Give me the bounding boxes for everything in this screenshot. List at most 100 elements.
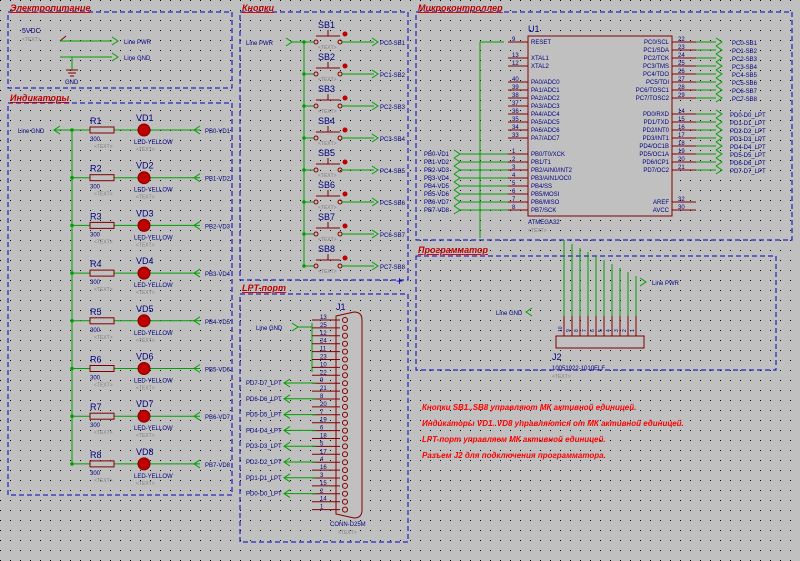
pin-number: 7 [582, 329, 588, 332]
pin-number: 32 [678, 197, 685, 203]
pin-name: PC2/TCK [644, 56, 669, 62]
net-label: PC2-SB3 [732, 57, 758, 63]
note-2: Индикаторы VD1..VD8 управляются от МК ак… [422, 419, 684, 428]
net-label: PB7-VD8 [424, 208, 450, 214]
junction-dot [302, 72, 306, 76]
net-label: PD7-D7_LPT [246, 381, 282, 387]
pin-name: PC4/TDO [643, 72, 669, 78]
switch-push-icon[interactable] [342, 223, 348, 229]
pin-name: PB4/SS [531, 184, 552, 190]
net-label: PC5-SB6 [732, 81, 758, 87]
pin-name: PB3/AIN1/OC0 [531, 176, 572, 182]
net-label: PC2-SB3 [380, 105, 406, 111]
pin-number: 36 [512, 109, 519, 115]
pin-socket-icon [342, 340, 348, 347]
resistor-value: 300 [90, 328, 101, 334]
pin-number: 21 [678, 165, 685, 171]
programmer-line-pwr: Line PWR [652, 281, 680, 287]
led-ref: VD1 [136, 113, 154, 123]
resistor-text-placeholder: <TEXT> [94, 287, 113, 293]
pin-number: 27 [678, 77, 685, 83]
junction-dot [70, 271, 74, 275]
pin-name: PB2/AIN0/INT2 [531, 168, 573, 174]
lpt-part: CONN-D25M [330, 522, 366, 528]
pin-number: 25 [678, 61, 685, 67]
supply-label: 5VDC [22, 28, 41, 35]
buttons-line-pwr: Line PWR [246, 41, 274, 47]
j2-body [555, 335, 645, 349]
power-line-gnd: Line GND [124, 56, 151, 62]
switch-push-icon[interactable] [342, 95, 348, 101]
switch-push-icon[interactable] [342, 255, 348, 261]
led-icon [137, 409, 151, 423]
led-type: LED-YELLOW [134, 140, 173, 146]
led-icon [137, 218, 151, 232]
pin-socket-icon [342, 396, 348, 402]
pin-number: 5 [598, 329, 604, 332]
pin-name: PA6/ADC6 [531, 128, 560, 134]
resistor [89, 269, 115, 277]
buttons-frame-plus-icon[interactable]: + [396, 274, 403, 288]
button-text-placeholder: <TEXT> [318, 45, 337, 51]
pin-number: 10 [320, 362, 327, 368]
net-label: PB3-VD4 [205, 272, 231, 278]
lpt-title: LPT-порт [242, 283, 286, 293]
pin-name: XTAL2 [531, 64, 550, 70]
switch-push-icon[interactable] [342, 127, 348, 133]
junction-dot [302, 200, 306, 204]
led-text-placeholder: <TEXT> [136, 147, 155, 153]
switch-push-icon[interactable] [342, 159, 348, 165]
junction-dot [70, 175, 74, 180]
pin-number: 18 [320, 434, 327, 440]
button-text-placeholder: <TEXT> [318, 205, 337, 211]
button-ref: SB8 [318, 244, 335, 254]
j2-ref: J2 [552, 352, 562, 362]
pin-name: PD3/INT1 [643, 136, 670, 142]
resistor [89, 317, 115, 325]
resistor-value: 300 [90, 423, 101, 429]
led-type: LED-YELLOW [134, 235, 173, 241]
pin-name: PD5/OC1A [639, 152, 669, 158]
net-label: PB6-VD7 [205, 415, 231, 421]
resistor-text-placeholder: <TEXT> [94, 383, 113, 389]
net-label: PC0-SB1 [732, 41, 758, 47]
pin-name: PD0/RXD [643, 112, 670, 118]
net-label: PB0-VD1 [424, 152, 450, 158]
buttons-title: Кнопки [242, 3, 275, 13]
pin-name: PD4/OC1B [639, 144, 669, 150]
pin-number: 13 [512, 53, 519, 59]
pin-number: 15 [678, 117, 685, 123]
power-line-pwr: Line PWR [124, 40, 152, 46]
pin-number: 9 [566, 329, 572, 332]
switch-push-icon[interactable] [342, 63, 348, 69]
net-label: PC6-SB7 [732, 89, 758, 95]
junction-dot [302, 136, 306, 140]
switch-push-icon[interactable] [342, 31, 348, 37]
mcu-ref: U1 [528, 24, 540, 34]
led-icon [137, 171, 151, 185]
pin-number: 39 [512, 85, 519, 91]
switch-push-icon[interactable] [342, 191, 348, 197]
pin-name: PA1/ADC1 [531, 88, 560, 94]
pin-name: PA2/ADC2 [531, 96, 560, 102]
net-label: PB3-VD4 [424, 176, 450, 182]
lpt-line-gnd: Line GND [256, 326, 283, 332]
net-label: PC5-SB6 [380, 201, 406, 207]
button-ref: SB1 [318, 20, 335, 30]
pin-number: 8 [574, 329, 580, 332]
mcu-part: ATMEGA32 [528, 220, 560, 226]
pin-number: 25 [320, 323, 327, 329]
resistor-ref: R7 [90, 402, 102, 412]
net-label: PC0-SB1 [380, 41, 406, 47]
net-label: PB5-VD6 [424, 192, 450, 198]
net-label: PD6-D6_LPT [246, 397, 282, 403]
button-text-placeholder: <TEXT> [318, 109, 337, 115]
led-ref: VD5 [136, 304, 154, 314]
junction-dot [302, 232, 306, 236]
mcu-text-placeholder: <TEXT> [528, 228, 547, 234]
pin-name: PC6/TOSC1 [636, 88, 670, 94]
led-text-placeholder: <TEXT> [136, 195, 155, 201]
net-label: PD3-D3_LPT [730, 137, 766, 143]
net-label: PB7-VD8 [205, 463, 231, 469]
junction-dot [302, 168, 306, 172]
